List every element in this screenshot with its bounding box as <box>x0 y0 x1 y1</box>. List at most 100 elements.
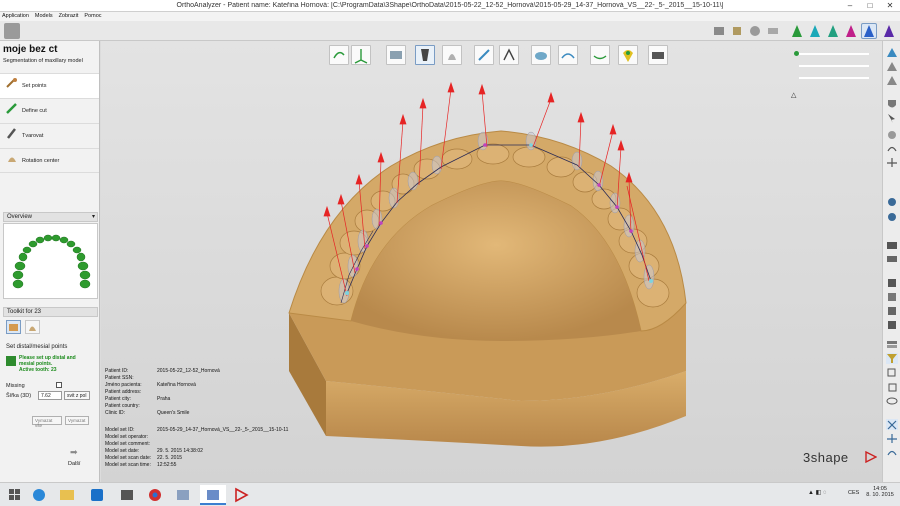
slider-track[interactable] <box>799 53 869 55</box>
width-input[interactable]: 7.62 <box>38 391 62 400</box>
tray-icons[interactable]: ▲ ◧ ◌ <box>808 489 827 496</box>
model-view-icon[interactable] <box>886 47 898 58</box>
layer-icon[interactable] <box>886 253 898 264</box>
minimize-button[interactable]: – <box>840 0 860 12</box>
info-row: Clinic ID: Queen's Smile <box>105 410 190 416</box>
shield-icon[interactable] <box>886 99 898 110</box>
select-icon[interactable] <box>886 419 898 430</box>
explorer-icon[interactable] <box>54 485 80 505</box>
view-tool-pan[interactable] <box>386 45 406 65</box>
start-button[interactable] <box>2 485 28 505</box>
set-points-icon <box>6 77 18 89</box>
overview-header[interactable]: Overview ▾ <box>3 212 98 222</box>
view-tool-print[interactable] <box>648 45 668 65</box>
pan-icon[interactable] <box>886 157 898 168</box>
copy-icon[interactable] <box>886 381 898 392</box>
view-tool-rotate[interactable] <box>329 45 349 65</box>
slider-track[interactable] <box>799 77 869 79</box>
workflow-subtitle: Segmentation of maxillary model <box>3 58 83 64</box>
slider-track[interactable] <box>799 65 869 67</box>
view-tool-tooth[interactable] <box>442 45 462 65</box>
ie-icon[interactable] <box>26 485 52 505</box>
model-view-icon[interactable] <box>886 61 898 72</box>
tooth-box-button[interactable] <box>6 320 21 334</box>
view-tool-arch-form[interactable] <box>558 45 578 65</box>
step-define-cut[interactable]: Define cut <box>0 98 99 123</box>
overview-thumbnail[interactable] <box>3 223 98 299</box>
menu-bar: Application Models Zobrazit Pomoc <box>0 12 900 21</box>
workflow-title: moje bez ct <box>3 44 58 55</box>
info-row: Model set operator: <box>105 434 149 440</box>
info-row: Patient SSN: <box>105 375 134 381</box>
folder-icon[interactable] <box>886 239 898 250</box>
upper-model-icon[interactable] <box>711 23 727 39</box>
3d-viewport[interactable]: Patient ID: 2015-05-22_12-52_Hornová Pati… <box>101 41 882 482</box>
color-map-magenta-icon[interactable] <box>843 23 859 39</box>
app-icon[interactable] <box>4 23 20 39</box>
view-tool-segment[interactable] <box>415 45 435 65</box>
menu-help[interactable]: Pomoc <box>82 12 103 19</box>
box-icon[interactable] <box>886 277 898 288</box>
filter-icon[interactable] <box>886 353 898 364</box>
tool-icon[interactable] <box>886 129 898 140</box>
teamviewer-icon[interactable] <box>84 485 110 505</box>
view-tool-points[interactable] <box>590 45 610 65</box>
missing-label: Missing <box>6 383 25 389</box>
view-back-icon[interactable] <box>886 211 898 222</box>
clear-button[interactable]: Vymazat <box>65 416 89 425</box>
box-icon[interactable] <box>886 291 898 302</box>
view-tool-landmark[interactable] <box>618 45 638 65</box>
info-row: Patient address: <box>105 389 142 395</box>
camera-app-icon[interactable] <box>114 485 140 505</box>
menu-application[interactable]: Application <box>0 12 31 19</box>
active-tooth-text: Active tooth: 23 <box>19 367 57 373</box>
view-front-icon[interactable] <box>886 196 898 207</box>
clock[interactable]: 14:05 8. 10. 2015 <box>864 486 896 498</box>
view-tool-ruler[interactable] <box>474 45 494 65</box>
tooth-shape-button[interactable] <box>25 320 40 334</box>
menu-view[interactable]: Zobrazit <box>57 12 81 19</box>
app-window-icon[interactable] <box>170 485 196 505</box>
clear-all-button[interactable]: Vymazat vše <box>32 416 62 428</box>
fit-button[interactable]: svit z pol <box>64 391 90 400</box>
view-tool-angle[interactable] <box>499 45 519 65</box>
3shape-taskbar-button[interactable] <box>228 485 254 505</box>
windows-taskbar: ▲ ◧ ◌ CES 14:05 8. 10. 2015 <box>0 482 900 506</box>
stack-icon[interactable] <box>886 339 898 350</box>
box-icon[interactable] <box>886 319 898 330</box>
color-map-cyan-icon[interactable] <box>807 23 823 39</box>
language-indicator[interactable]: CES <box>848 490 859 496</box>
chevron-down-icon[interactable]: ▾ <box>92 213 95 222</box>
maximize-button[interactable]: □ <box>860 0 880 12</box>
move-icon[interactable] <box>886 433 898 444</box>
rotate-icon[interactable] <box>886 447 898 458</box>
close-button[interactable]: ✕ <box>880 0 900 12</box>
info-row: Model set comment: <box>105 441 151 447</box>
view-tool-axes[interactable] <box>351 45 371 65</box>
next-button[interactable]: ➡ Další <box>60 445 90 473</box>
color-map-green-icon[interactable] <box>789 23 805 39</box>
cube-view-icon[interactable] <box>729 23 745 39</box>
section-icon[interactable] <box>765 23 781 39</box>
color-map-teal-icon[interactable] <box>825 23 841 39</box>
orthoanalyzer-taskbar-button[interactable] <box>200 485 226 505</box>
step-sculpt[interactable]: Tvarovat <box>0 123 99 148</box>
model-view-icon[interactable] <box>886 75 898 86</box>
eye-icon[interactable] <box>886 395 898 406</box>
chrome-icon[interactable] <box>142 485 168 505</box>
copy-icon[interactable] <box>886 367 898 378</box>
info-row: Patient city: Praha <box>105 396 171 402</box>
view-tool-occlusion[interactable] <box>531 45 551 65</box>
color-map-blue-icon[interactable] <box>861 23 877 39</box>
color-map-purple-icon[interactable] <box>881 23 897 39</box>
occlusion-icon[interactable] <box>747 23 763 39</box>
step-set-points[interactable]: Set points <box>0 73 99 98</box>
step-rotation-center[interactable]: Rotation center <box>0 148 99 173</box>
width-label: Šířka (3D) <box>6 393 32 399</box>
box-icon[interactable] <box>886 305 898 316</box>
missing-checkbox[interactable] <box>56 382 62 388</box>
menu-models[interactable]: Models <box>33 12 55 19</box>
brand-logo: 3shape <box>803 450 849 465</box>
cursor-icon[interactable] <box>886 113 898 124</box>
rotate-icon[interactable] <box>886 143 898 154</box>
